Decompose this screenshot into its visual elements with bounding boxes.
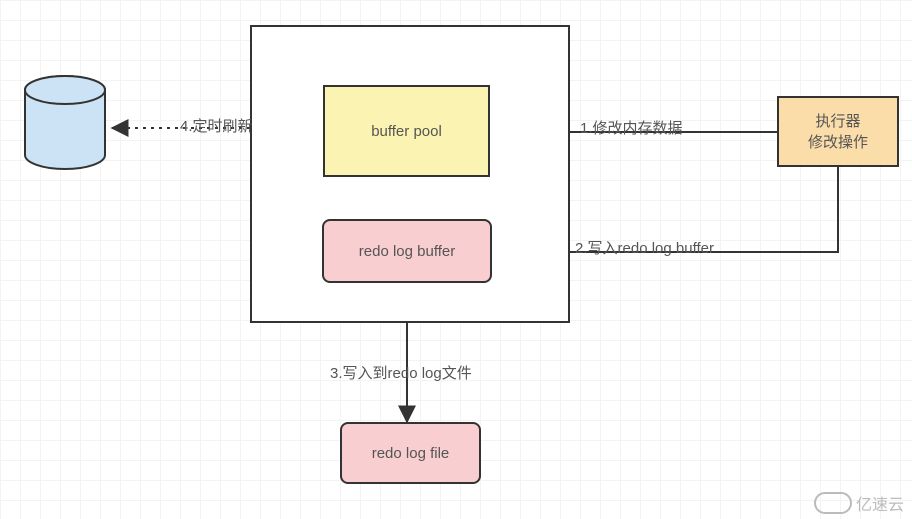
redo-log-file-label: redo log file [372, 445, 450, 462]
redo-log-buffer-box: redo log buffer [322, 219, 492, 283]
edge2-label: 2.写入redo log buffer [575, 237, 714, 258]
database-icon [25, 76, 105, 169]
buffer-pool-box: buffer pool [323, 85, 490, 177]
edge3-label: 3.写入到redo log文件 [330, 362, 472, 383]
executor-box: 执行器 修改操作 [777, 96, 899, 167]
buffer-pool-label: buffer pool [371, 123, 442, 140]
redo-log-buffer-label: redo log buffer [359, 243, 455, 260]
redo-log-file-box: redo log file [340, 422, 481, 484]
edge4-label: 4.定时刷新 [180, 115, 253, 136]
edge1-label: 1.修改内存数据 [580, 117, 683, 138]
executor-line1: 执行器 [808, 111, 868, 132]
watermark: 亿速云 [814, 491, 904, 515]
watermark-text: 亿速云 [856, 491, 904, 515]
executor-line2: 修改操作 [808, 132, 868, 153]
cloud-icon [814, 492, 852, 514]
